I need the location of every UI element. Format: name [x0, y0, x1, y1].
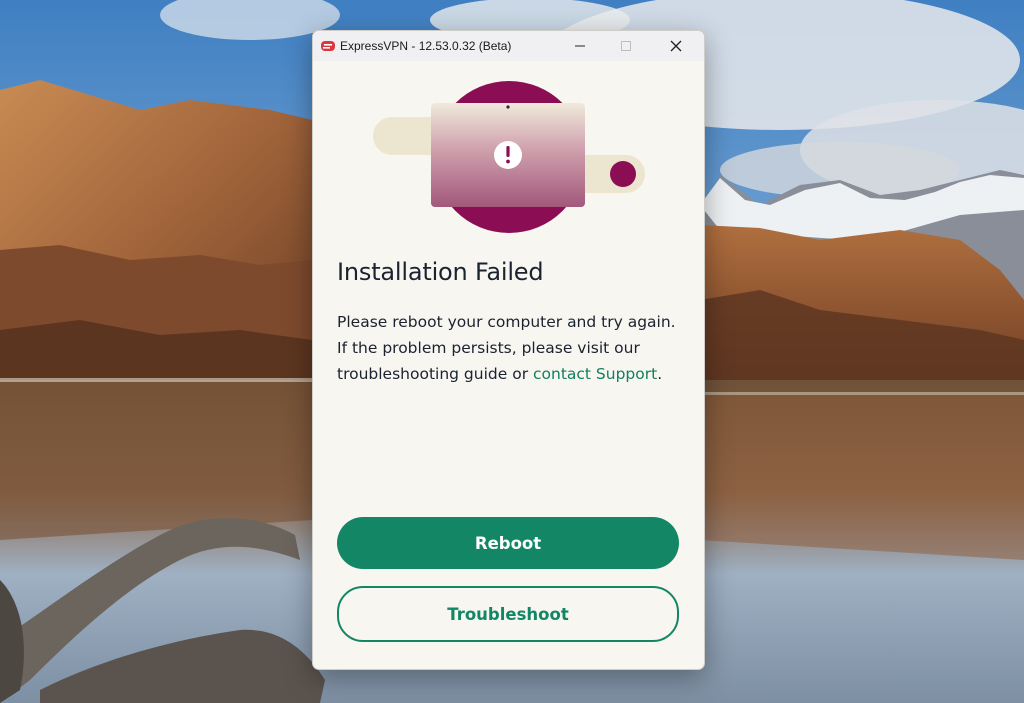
contact-support-link[interactable]: contact Support [533, 365, 657, 383]
maximize-button[interactable] [603, 31, 649, 61]
troubleshoot-button[interactable]: Troubleshoot [337, 586, 679, 642]
message-end: . [657, 365, 663, 383]
dialog-title: Installation Failed [337, 258, 544, 286]
close-icon [670, 40, 682, 52]
error-message: Please reboot your computer and try agai… [337, 309, 687, 387]
minimize-button[interactable] [557, 31, 603, 61]
app-name: ExpressVPN [340, 39, 409, 53]
window-title: ExpressVPN - 12.53.0.32 (Beta) [340, 39, 511, 53]
laptop-warning-illustration [373, 81, 645, 233]
minimize-icon [575, 45, 585, 47]
expressvpn-logo-icon [321, 41, 335, 51]
app-version: - 12.53.0.32 (Beta) [408, 39, 512, 53]
expressvpn-window: ExpressVPN - 12.53.0.32 (Beta) Installat [312, 30, 705, 670]
close-button[interactable] [653, 31, 699, 61]
maximize-icon [621, 41, 631, 51]
reboot-button[interactable]: Reboot [337, 517, 679, 569]
title-bar[interactable]: ExpressVPN - 12.53.0.32 (Beta) [313, 31, 704, 61]
